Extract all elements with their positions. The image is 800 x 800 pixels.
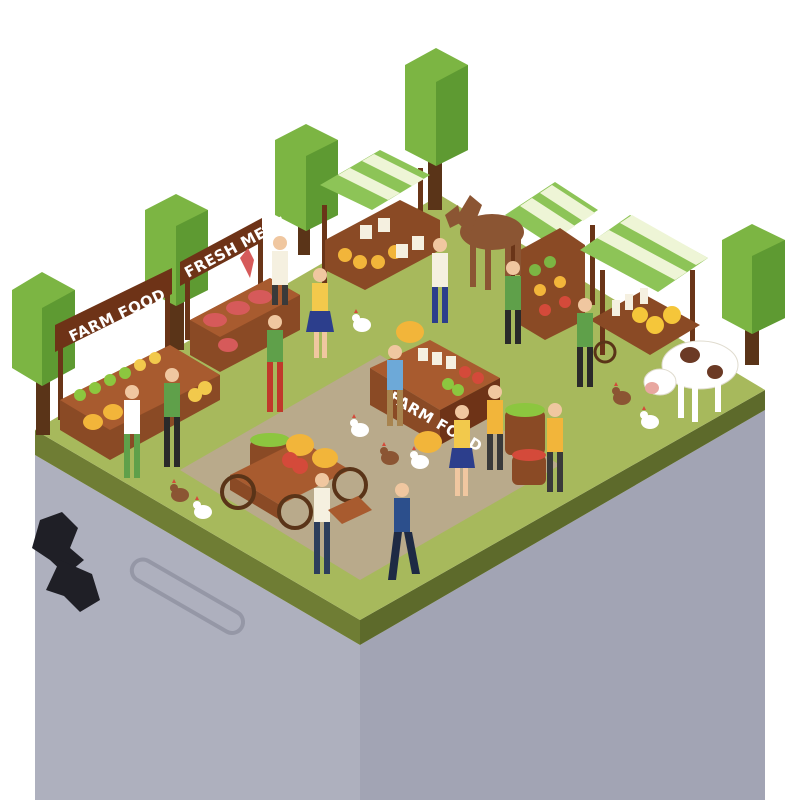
- barrel: [512, 449, 546, 485]
- tree: [405, 48, 468, 210]
- tree: [722, 224, 785, 365]
- barrel: [505, 403, 545, 455]
- farm-market-illustration: FRESH MEAT FARM FOOD FARM FOOD: [12, 48, 785, 800]
- tree: [275, 124, 338, 255]
